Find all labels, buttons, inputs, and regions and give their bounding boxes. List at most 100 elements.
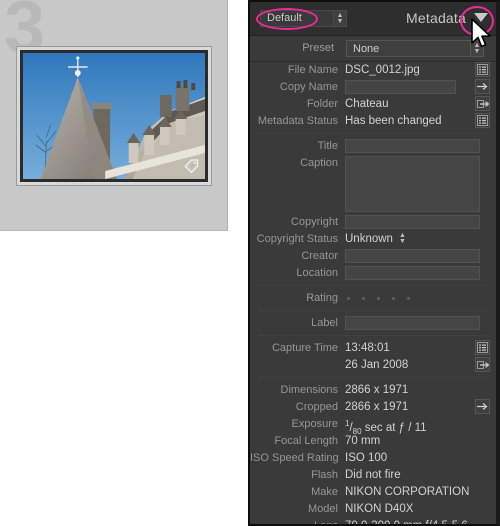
metadata-row: Copyright [250,214,496,230]
metadata-row-label: Exposure [291,418,338,430]
metadata-row-label: Folder [306,98,338,110]
metadata-row-label: Dimensions [280,384,338,396]
metadata-input-field[interactable] [345,266,480,280]
metadata-row: Creator [250,248,496,264]
arrow-right-button[interactable] [475,79,490,94]
metadata-row: File Name DSC_0012.jpg [250,62,496,78]
page-title: Metadata [406,10,466,26]
metadata-row: Exposure 1/80 sec at ƒ / 11 [250,416,496,436]
list-button[interactable] [475,340,490,355]
thumbnail-inner [20,50,208,182]
metadata-row: Title [250,138,496,154]
metadata-row: Copy Name [250,79,496,95]
metadata-rows: File Name DSC_0012.jpg Copy Name Folder Chat… [250,62,496,526]
rating-star[interactable] [362,296,365,300]
metadata-input-field[interactable] [345,249,480,263]
list-button[interactable] [475,62,490,77]
metadata-row: Rating [250,290,496,306]
metadata-row-label: Copyright Status [256,233,338,245]
metadata-input-field[interactable] [345,156,480,212]
preset-label: Preset [302,42,334,54]
rating-star[interactable] [377,296,380,300]
metadata-row-label: Focal Length [274,435,338,447]
metadata-input-field[interactable] [345,80,456,94]
metadata-set-value[interactable]: Default [260,10,334,27]
metadata-row-label: Flash [311,469,338,481]
metadata-row: Model NIKON D40X [250,501,496,517]
rating-star[interactable] [347,296,350,300]
metadata-row: Dimensions 2866 x 1971 [250,382,496,398]
metadata-row-value: DSC_0012.jpg [345,64,420,76]
panel-header: Default ▲ ▼ Metadata [250,2,496,36]
go-to-date-button[interactable] [475,357,490,372]
metadata-row: ISO Speed Rating ISO 100 [250,450,496,466]
metadata-row-label: Title [317,140,338,152]
arrow-cursor-icon [470,18,494,52]
metadata-row-label: Capture Time [271,342,338,354]
metadata-input-field[interactable] [345,139,480,153]
metadata-row-value: 26 Jan 2008 [345,359,409,371]
group-separator [258,285,488,286]
metadata-row-value: ISO 100 [345,452,388,464]
arrow-right-button[interactable] [475,399,490,414]
group-separator [258,377,488,378]
metadata-panel-inner: Default ▲ ▼ Metadata Preset None ▲ ▼ File … [250,2,496,524]
metadata-row-value: 2866 x 1971 [345,401,409,413]
metadata-row-label: Metadata Status [257,115,338,127]
list-button[interactable] [475,113,490,128]
metadata-row-value: 2866 x 1971 [345,384,409,396]
metadata-row-label: Creator [301,250,338,262]
rating-star[interactable] [392,296,395,300]
metadata-set-selector[interactable]: Default ▲ ▼ [260,10,347,27]
preset-row: Preset None ▲ ▼ [250,36,496,62]
metadata-row-label: File Name [287,64,338,76]
metadata-row-label: Lens [314,520,338,526]
metadata-row: Lens 70.0-300.0 mm f/4.5-5.6 [250,518,496,526]
metadata-row-value: 70.0-300.0 mm f/4.5-5.6 [345,520,468,526]
screenshot-root: 3 Default ▲ ▼ Metadata Preset None ▲ ▼ F… [0,0,500,526]
metadata-row-label: Rating [306,292,338,304]
metadata-row-label: Model [308,503,338,515]
metadata-row-value: NIKON D40X [345,503,414,515]
metadata-row-value: Did not fire [345,469,401,481]
copyright-status-value[interactable]: Unknown [345,231,393,247]
metadata-row: Location [250,265,496,281]
metadata-row: Make NIKON CORPORATION [250,484,496,500]
metadata-row-label: Location [296,267,338,279]
metadata-row: Folder Chateau [250,96,496,112]
metadata-row: Label [250,315,496,331]
metadata-row-value: Has been changed [345,115,442,127]
updown-stepper-icon[interactable]: ▲ ▼ [399,232,406,245]
group-separator [258,310,488,311]
metadata-row-label: Cropped [295,401,338,413]
metadata-row: Flash Did not fire [250,467,496,483]
metadata-changed-badge-icon[interactable] [181,155,201,175]
metadata-row: Metadata Status Has been changed [250,113,496,129]
metadata-row: Focal Length 70 mm [250,433,496,449]
metadata-row-value: 13:48:01 [345,342,390,354]
thumbnail-frame[interactable] [16,46,212,186]
group-separator [258,133,488,134]
chateau-roof-photo [23,53,205,179]
metadata-row-value: 70 mm [345,435,381,447]
go-to-folder-button[interactable] [475,96,490,111]
metadata-panel: Default ▲ ▼ Metadata Preset None ▲ ▼ File … [248,0,500,526]
rating-stars[interactable] [345,290,410,306]
metadata-input-field[interactable] [345,316,480,330]
metadata-input-field[interactable] [345,215,480,229]
metadata-row: Capture Time 13:48:01 [250,340,496,356]
updown-stepper-icon[interactable]: ▲ ▼ [334,10,347,27]
preset-value[interactable]: None [347,43,470,55]
metadata-row-label: ISO Speed Rating [250,452,339,464]
grid-cell[interactable]: 3 [0,0,228,231]
copyright-status-dropdown[interactable]: Unknown ▲ ▼ [345,231,406,247]
metadata-row-value: NIKON CORPORATION [345,486,470,498]
metadata-row-label: Label [311,317,338,329]
metadata-row: 26 Jan 2008 [250,357,496,373]
preset-select[interactable]: None ▲ ▼ [346,40,484,57]
metadata-row-value: Chateau [345,98,389,110]
rating-star[interactable] [407,296,410,300]
metadata-row-label: Caption [300,157,338,169]
metadata-row: Cropped 2866 x 1971 [250,399,496,415]
group-separator [258,335,488,336]
